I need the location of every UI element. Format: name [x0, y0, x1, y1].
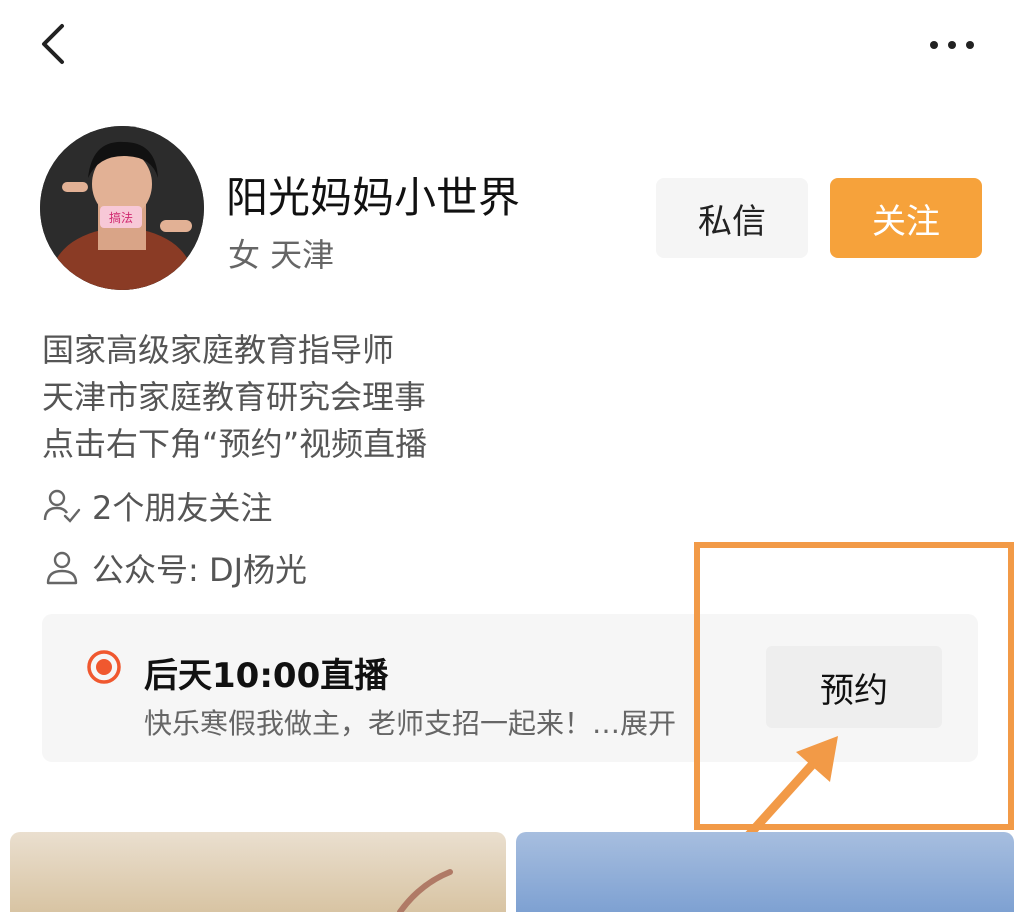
- follow-button[interactable]: 关注: [830, 178, 982, 258]
- profile-gender-location: 女 天津: [228, 236, 335, 274]
- more-options-icon[interactable]: [926, 30, 978, 60]
- live-title: 后天10:00直播: [144, 656, 389, 696]
- friends-following-text: 2个朋友关注: [92, 489, 273, 527]
- bio-line: 点击右下角“预约”视频直播: [42, 425, 428, 463]
- official-account-text: 公众号: DJ杨光: [92, 551, 308, 589]
- bio-line: 国家高级家庭教育指导师: [42, 331, 395, 369]
- official-account-row[interactable]: 公众号: DJ杨光: [42, 545, 307, 591]
- private-message-button[interactable]: 私信: [656, 178, 808, 258]
- back-chevron-icon[interactable]: [34, 22, 78, 66]
- friends-icon: [43, 489, 81, 523]
- live-indicator-icon: [87, 650, 121, 684]
- bio-line: 天津市家庭教育研究会理事: [42, 378, 427, 416]
- video-thumbnail[interactable]: [516, 832, 1014, 912]
- live-description[interactable]: 快乐寒假我做主，老师支招一起来！…展开: [144, 702, 676, 742]
- avatar[interactable]: 搞法: [40, 126, 204, 290]
- friends-following-row[interactable]: 2个朋友关注: [42, 483, 272, 529]
- avatar-badge-text: 搞法: [109, 210, 133, 225]
- profile-name: 阳光妈妈小世界: [226, 173, 521, 222]
- video-thumbnail[interactable]: [10, 832, 506, 912]
- person-icon: [46, 551, 78, 585]
